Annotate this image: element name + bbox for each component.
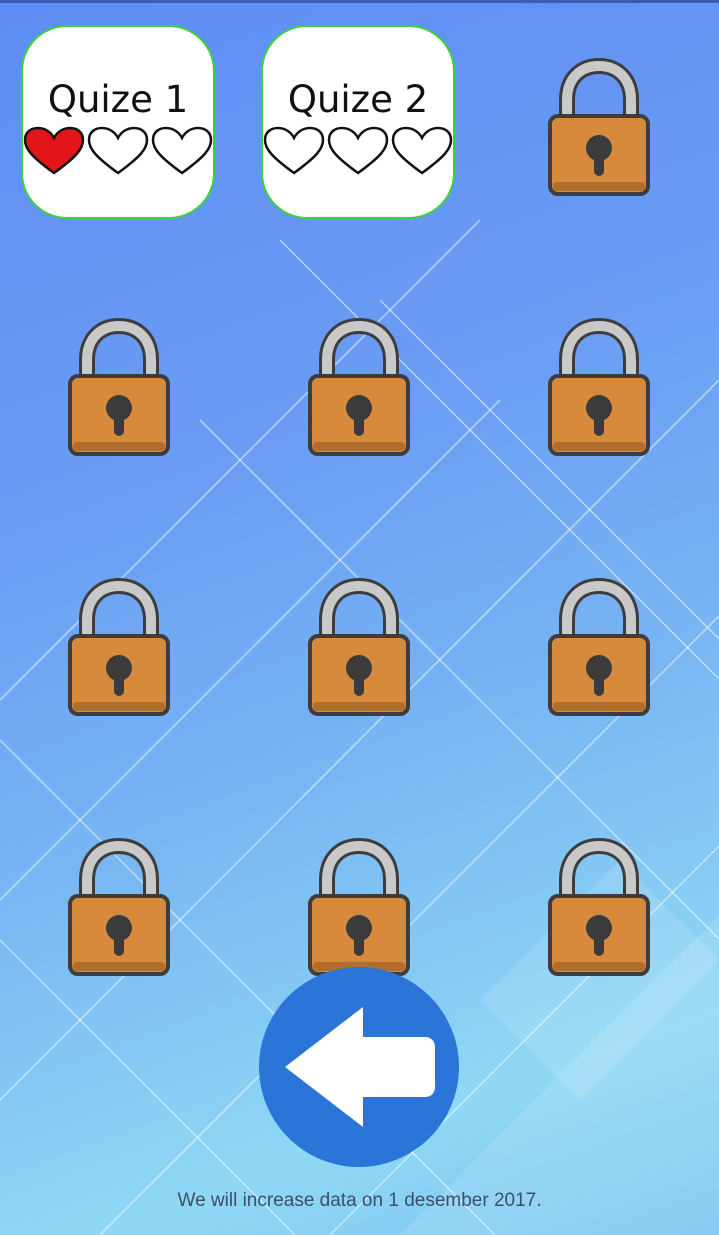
locked-level-3[interactable] [547,57,651,198]
locked-level-7[interactable] [67,577,171,718]
locked-level-12[interactable] [547,837,651,978]
padlock-icon [548,577,650,716]
quiz-hearts [262,125,454,177]
quiz-title: Quize 1 [47,78,189,121]
back-button[interactable] [259,967,459,1167]
heart-empty-icon [87,126,149,175]
quiz-title: Quize 2 [287,78,429,121]
heart-filled-icon [23,126,85,175]
quiz-hearts [22,125,214,177]
heart-empty-icon [263,126,325,175]
heart-empty-icon [391,126,453,175]
quiz-card-2[interactable]: Quize 2 [261,25,455,219]
padlock-icon [308,837,410,976]
padlock-icon [68,837,170,976]
padlock-icon [68,317,170,456]
padlock-icon [548,837,650,976]
locked-level-10[interactable] [67,837,171,978]
heart-empty-icon [327,126,389,175]
locked-level-5[interactable] [307,317,411,458]
locked-level-6[interactable] [547,317,651,458]
quiz-card-1[interactable]: Quize 1 [21,25,215,219]
locked-level-4[interactable] [67,317,171,458]
back-arrow-icon [285,1007,435,1127]
padlock-icon [548,317,650,456]
locked-level-11[interactable] [307,837,411,978]
locked-level-8[interactable] [307,577,411,718]
footer-note: We will increase data on 1 desember 2017… [177,1190,542,1211]
padlock-icon [548,57,650,196]
locked-level-9[interactable] [547,577,651,718]
padlock-icon [68,577,170,716]
padlock-icon [308,317,410,456]
padlock-icon [308,577,410,716]
heart-empty-icon [151,126,213,175]
